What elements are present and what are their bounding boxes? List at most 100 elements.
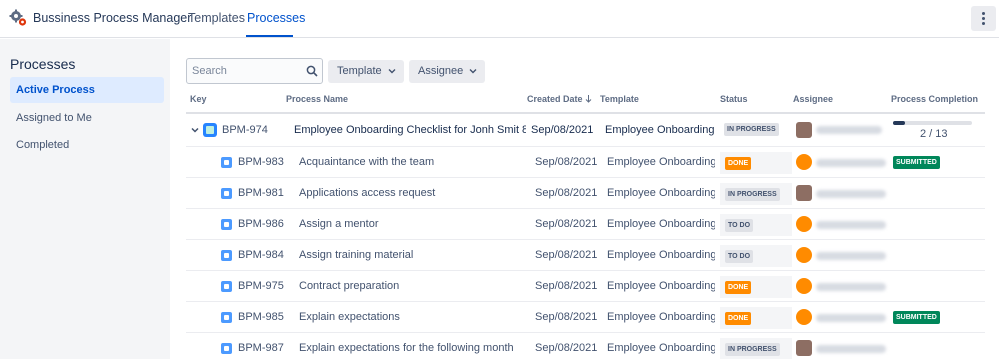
avatar <box>796 278 812 294</box>
row-created-date: Sep/08/2021 <box>535 156 598 168</box>
submitted-badge: SUBMITTED <box>893 311 940 324</box>
completion-count: 2 / 13 <box>920 128 948 140</box>
assignee-name-blurred <box>816 221 886 229</box>
status-badge: IN PROGRESS <box>725 188 780 201</box>
row-template: Employee Onboarding C... <box>605 124 715 136</box>
more-vertical-icon[interactable] <box>971 6 996 31</box>
header-template[interactable]: Template <box>600 94 639 104</box>
search-box <box>186 58 323 84</box>
row-created-date: Sep/08/2021 <box>535 342 598 354</box>
row-process-name[interactable]: Contract preparation <box>299 280 524 292</box>
row-created-date: Sep/08/2021 <box>535 218 598 230</box>
assignee-filter-label: Assignee <box>418 65 464 77</box>
search-input[interactable] <box>187 59 297 83</box>
search-icon[interactable] <box>306 65 318 77</box>
avatar <box>796 247 812 263</box>
top-bar: Bussiness Process Manager Templates Proc… <box>0 0 999 38</box>
row-template: Employee Onboarding C... <box>607 280 715 292</box>
status-badge: DONE <box>725 312 752 325</box>
header-created-date[interactable]: Created Date <box>527 94 592 104</box>
row-template: Employee Onboarding C... <box>607 249 715 261</box>
assignee-name-blurred <box>816 126 882 134</box>
task-icon <box>221 157 232 168</box>
row-template: Employee Onboarding C... <box>607 218 715 230</box>
header-status[interactable]: Status <box>720 94 748 104</box>
row-key[interactable]: BPM-984 <box>238 249 284 261</box>
assignee-filter-button[interactable]: Assignee <box>409 60 485 83</box>
row-process-name[interactable]: Applications access request <box>299 187 524 199</box>
task-icon <box>221 343 232 354</box>
assignee-name-blurred <box>816 314 886 322</box>
chevron-down-icon <box>469 69 477 74</box>
sidebar-item-completed[interactable]: Completed <box>10 132 164 158</box>
chevron-down-icon <box>388 69 396 74</box>
row-process-name[interactable]: Employee Onboarding Checklist for Jonh S… <box>294 124 526 136</box>
row-key[interactable]: BPM-981 <box>238 187 284 199</box>
avatar <box>796 216 812 232</box>
status-badge: TO DO <box>725 219 754 232</box>
header-process-completion[interactable]: Process Completion <box>891 94 978 104</box>
row-created-date: Sep/08/2021 <box>535 249 598 261</box>
assignee-name-blurred <box>816 345 886 353</box>
tab-templates[interactable]: Templates <box>188 11 245 25</box>
row-key[interactable]: BPM-986 <box>238 218 284 230</box>
row-key[interactable]: BPM-985 <box>238 311 284 323</box>
avatar <box>796 185 812 201</box>
task-icon <box>221 312 232 323</box>
assignee-name-blurred <box>816 159 886 167</box>
task-icon <box>221 250 232 261</box>
row-key[interactable]: BPM-974 <box>222 124 268 136</box>
status-badge: IN PROGRESS <box>725 343 780 356</box>
row-process-name[interactable]: Acquaintance with the team <box>299 156 524 168</box>
task-icon <box>221 219 232 230</box>
row-template: Employee Onboarding C... <box>607 156 715 168</box>
row-created-date: Sep/08/2021 <box>535 280 598 292</box>
tab-processes[interactable]: Processes <box>247 11 305 25</box>
task-icon <box>221 188 232 199</box>
assignee-name-blurred <box>816 252 886 260</box>
header-process-name[interactable]: Process Name <box>286 94 348 104</box>
status-badge: DONE <box>725 281 752 294</box>
row-created-date: Sep/08/2021 <box>535 311 598 323</box>
avatar <box>796 122 812 138</box>
header-key[interactable]: Key <box>190 94 207 104</box>
avatar <box>796 309 812 325</box>
row-process-name[interactable]: Explain expectations for the following m… <box>299 342 524 354</box>
row-process-name[interactable]: Assign a mentor <box>299 218 524 230</box>
chevron-down-icon[interactable] <box>191 126 199 134</box>
avatar <box>796 154 812 170</box>
task-icon <box>221 281 232 292</box>
row-process-name[interactable]: Assign training material <box>299 249 524 261</box>
sidebar: Processes Active Process Assigned to Me … <box>0 39 170 359</box>
row-key[interactable]: BPM-975 <box>238 280 284 292</box>
row-created-date: Sep/08/2021 <box>535 187 598 199</box>
header-created-date-label: Created Date <box>527 94 583 104</box>
assignee-name-blurred <box>816 283 886 291</box>
sidebar-title: Processes <box>10 56 76 72</box>
sidebar-item-active-process[interactable]: Active Process <box>10 77 164 103</box>
avatar <box>796 340 812 356</box>
assignee-name-blurred <box>816 190 886 198</box>
row-process-name[interactable]: Explain expectations <box>299 311 524 323</box>
status-badge: IN PROGRESS <box>724 123 779 136</box>
completion-progress-fill <box>893 121 906 125</box>
status-badge: DONE <box>725 157 752 170</box>
template-filter-label: Template <box>337 65 382 77</box>
submitted-badge: SUBMITTED <box>893 156 940 169</box>
row-template: Employee Onboarding C... <box>607 311 715 323</box>
row-created-date: Sep/08/2021 <box>531 124 594 136</box>
row-key[interactable]: BPM-987 <box>238 342 284 354</box>
gears-icon <box>9 9 27 26</box>
arrow-down-icon <box>585 95 592 103</box>
status-badge: TO DO <box>725 250 754 263</box>
row-template: Employee Onboarding C... <box>607 187 715 199</box>
sidebar-item-assigned-to-me[interactable]: Assigned to Me <box>10 105 164 131</box>
app-title: Bussiness Process Manager <box>33 11 192 25</box>
process-icon <box>203 123 217 137</box>
template-filter-button[interactable]: Template <box>328 60 404 83</box>
row-key[interactable]: BPM-983 <box>238 156 284 168</box>
active-tab-indicator <box>246 35 293 37</box>
header-assignee[interactable]: Assignee <box>793 94 833 104</box>
row-template: Employee Onboarding C... <box>607 342 715 354</box>
completion-progress-bar <box>893 121 972 125</box>
